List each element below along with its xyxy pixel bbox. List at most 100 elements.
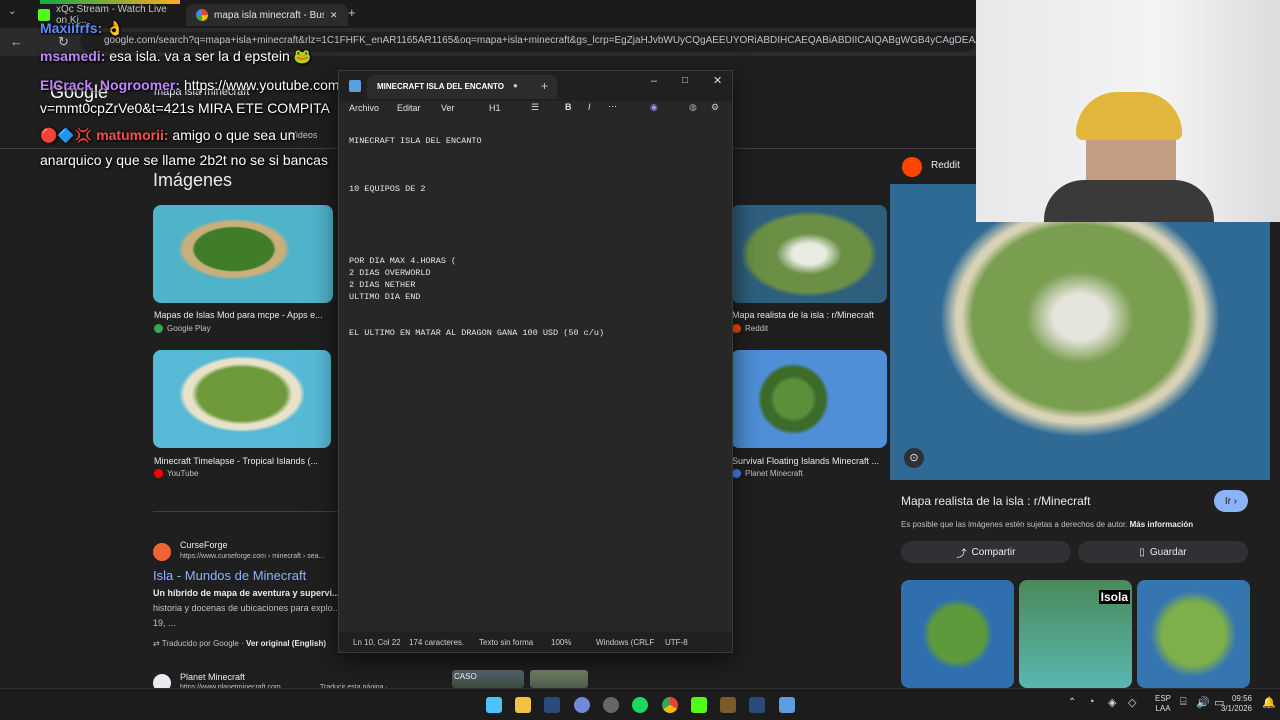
result-image-realistic-island[interactable] [731, 205, 887, 303]
notepad-menubar: Archivo Editar Ver H1 ☰ B I ··· ◉ ◍ ⚙ [339, 101, 732, 121]
menu-view[interactable]: Ver [441, 103, 455, 113]
result-title[interactable]: Mapa realista de la isla : r/Minecraft [732, 310, 886, 320]
obs-icon[interactable] [603, 697, 619, 713]
chat-username: matumorii: [96, 127, 169, 143]
discord-icon[interactable] [574, 697, 590, 713]
back-button[interactable]: ← [10, 34, 23, 49]
result-source: YouTube [154, 469, 198, 478]
windows-taskbar: ⌃ ◔ ◈ ◇ ESP LAA ⌸ 🔊 ▭ 09:56 3/1/2026 🔔 [0, 688, 1280, 720]
translate-icon: ⇄ [153, 639, 162, 648]
streamer-shoulders [1044, 180, 1214, 222]
related-image[interactable] [1137, 580, 1250, 688]
copyright-notice: Es posible que las imágenes estén sujeta… [901, 520, 1193, 529]
chat-username: ElCrack_Nogroomer: [40, 77, 181, 93]
google-play-icon [154, 324, 163, 333]
video-thumbnail[interactable]: CASO [452, 670, 524, 688]
result-source: Google Play [154, 324, 211, 333]
kick-icon[interactable] [691, 697, 707, 713]
emote-icon: 🐸 [293, 48, 312, 64]
share-button[interactable]: ⤴ Compartir [901, 541, 1071, 563]
spotify-icon[interactable] [632, 697, 648, 713]
language-indicator[interactable]: ESP LAA [1155, 694, 1171, 714]
thumbnail-label: CASO [454, 672, 477, 681]
more-info-link[interactable]: Más información [1130, 520, 1194, 529]
show-hidden-icons[interactable]: ⌃ [1068, 697, 1076, 708]
new-tab-button[interactable]: + [541, 79, 548, 93]
share-icon: ⤴ [956, 548, 967, 560]
menu-file[interactable]: Archivo [349, 103, 379, 113]
maximize-button[interactable]: □ [682, 75, 688, 86]
minimize-button[interactable]: – [651, 75, 657, 87]
clock[interactable]: 09:56 3/1/2026 [1218, 694, 1252, 714]
network-icon[interactable]: ⌸ [1180, 696, 1187, 709]
related-image[interactable] [901, 580, 1014, 688]
lens-icon[interactable]: ⊙ [904, 448, 924, 468]
wifi-icon[interactable]: ◔ [1088, 696, 1095, 708]
defender-icon[interactable]: ◈ [1108, 696, 1116, 709]
menu-edit[interactable]: Editar [397, 103, 421, 113]
account-icon[interactable]: ◍ [689, 102, 697, 113]
copilot-icon[interactable]: ◉ [650, 102, 658, 113]
app-tray-icon[interactable]: ◇ [1128, 696, 1136, 709]
volume-icon[interactable]: 🔊 [1196, 696, 1210, 709]
chat-username: Maxiifrfs: [40, 20, 103, 36]
chat-message: 🔴🔷💢 matumorii: amigo o que sea un [40, 127, 295, 144]
result-url[interactable]: https://www.curseforge.com › minecraft ›… [180, 553, 324, 560]
result-link-title[interactable]: Isla - Mundos de Minecraft [153, 568, 306, 583]
chrome-icon[interactable] [662, 697, 678, 713]
result-image-floating-islands[interactable] [731, 350, 887, 448]
unsaved-dot-icon[interactable]: ● [513, 81, 518, 90]
settings-gear-icon[interactable]: ⚙ [711, 102, 719, 113]
preview-source[interactable]: Reddit [931, 160, 960, 171]
result-image-timelapse[interactable] [153, 350, 331, 448]
notepad-titlebar: MINECRAFT ISLA DEL ENCANTO ● + – □ ✕ [339, 71, 732, 101]
new-tab-button[interactable]: + [348, 5, 356, 20]
result-image-islands-mod[interactable] [153, 205, 333, 303]
images-heading: Imágenes [153, 170, 233, 190]
bold-button[interactable]: B [565, 102, 572, 112]
result-title[interactable]: Minecraft Timelapse - Tropical Islands (… [154, 456, 332, 466]
image-preview-panel: Reddit ⊙ Mapa realista de la isla : r/Mi… [890, 150, 1280, 688]
minecraft-icon[interactable] [720, 697, 736, 713]
notifications-icon[interactable]: 🔔 [1262, 696, 1276, 709]
chat-message: msamedi: esa isla. va a ser la d epstein… [40, 48, 311, 65]
webcam-overlay [976, 0, 1280, 222]
start-icon[interactable] [486, 697, 502, 713]
badge-icons: 🔴🔷💢 [40, 127, 97, 143]
tab-menu-icon[interactable]: ⌄ [8, 6, 16, 17]
preview-title[interactable]: Mapa realista de la isla : r/Minecraft [901, 494, 1090, 508]
chat-text: esa isla. va a ser la d epstein [109, 48, 290, 64]
save-button[interactable]: ▯ Guardar [1078, 541, 1248, 563]
bookmark-icon: ▯ [1139, 546, 1145, 558]
line-endings: Windows (CRLF [596, 638, 655, 647]
file-explorer-icon[interactable] [515, 697, 531, 713]
notepad-tab-title: MINECRAFT ISLA DEL ENCANTO [377, 82, 504, 91]
clock-date: 3/1/2026 [1220, 704, 1252, 713]
result-title[interactable]: Mapas de Islas Mod para mcpe - Apps e... [154, 310, 332, 320]
lang-code: ESP [1155, 694, 1172, 703]
visit-button[interactable]: Ir › [1214, 490, 1248, 512]
list-icon[interactable]: ☰ [531, 102, 539, 113]
divider [153, 511, 338, 512]
more-options-icon[interactable]: ··· [608, 101, 617, 111]
view-original-link[interactable]: Ver original (English) [246, 639, 326, 648]
reddit-icon [732, 324, 741, 333]
steam-icon[interactable] [749, 697, 765, 713]
result-snippet: 19, ... [153, 618, 176, 628]
notepad-icon[interactable] [779, 697, 795, 713]
notepad-text-area[interactable]: MINECRAFT ISLA DEL ENCANTO 10 EQUIPOS DE… [339, 121, 732, 631]
related-image[interactable]: Isola [1019, 580, 1132, 688]
thumbnail-label: Isola [1098, 590, 1130, 604]
curseforge-icon [153, 543, 171, 561]
chat-text: anarquico y que se llame 2b2t no se si b… [40, 152, 328, 168]
italic-button[interactable]: I [588, 102, 591, 112]
notepad-statusbar: Ln 10, Col 22 174 caracteres. Texto sin … [339, 632, 732, 652]
steam-icon[interactable] [544, 697, 560, 713]
chat-message: Maxiifrfs: 👌 [40, 20, 124, 37]
video-thumbnail[interactable] [530, 670, 588, 688]
heading-dropdown[interactable]: H1 [489, 103, 501, 113]
close-button[interactable]: ✕ [713, 74, 722, 87]
preview-image[interactable] [890, 184, 1270, 480]
encoding: UTF-8 [665, 638, 688, 647]
result-title[interactable]: Survival Floating Islands Minecraft ... [732, 456, 886, 466]
